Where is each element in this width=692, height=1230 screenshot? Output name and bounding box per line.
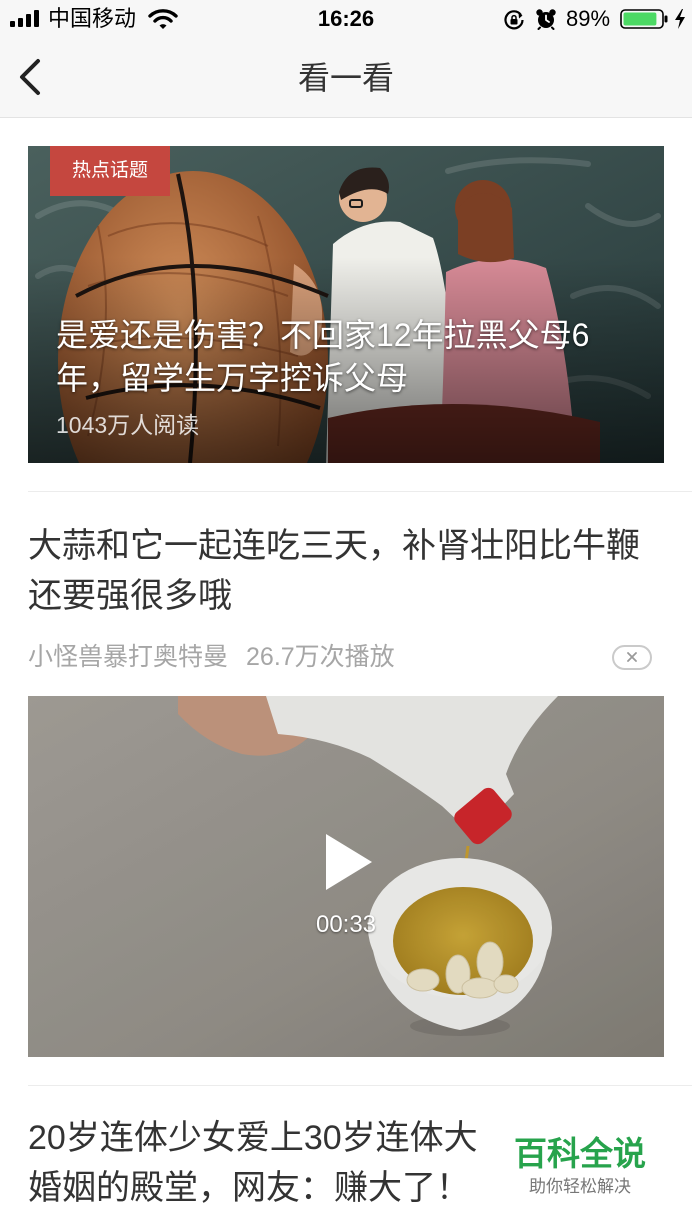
divider <box>28 491 692 492</box>
play-icon[interactable] <box>324 832 374 892</box>
video-player[interactable]: 00:33 <box>28 696 664 1057</box>
watermark-subtitle: 助你轻松解决 <box>529 1177 631 1196</box>
play-count: 26.7万次播放 <box>246 643 395 671</box>
close-icon <box>627 652 637 662</box>
read-count: 1043万人阅读 <box>56 412 200 438</box>
battery-icon <box>620 9 668 29</box>
hot-topic-title-line: 年，留学生万字控诉父母 <box>56 360 409 396</box>
navigation-bar: 看一看 <box>0 40 692 118</box>
alarm-icon <box>536 9 556 30</box>
divider <box>28 1085 692 1086</box>
dismiss-button[interactable] <box>612 645 652 670</box>
battery-percentage: 89% <box>566 6 611 31</box>
chevron-left-icon <box>20 59 40 95</box>
article-title-line: 大蒜和它一起连吃三天，补肾壮阳比牛鞭 <box>28 527 640 565</box>
article-meta: 小怪兽暴打奥特曼 26.7万次播放 <box>28 642 395 672</box>
watermark: 百科全说 助你轻松解决 <box>504 1124 656 1208</box>
article-title-line: 还要强很多哦 <box>28 577 232 615</box>
hot-topic-card[interactable]: 热点话题 是爱还是伤害？不回家12年拉黑父母6 年，留学生万字控诉父母 1043… <box>28 146 664 463</box>
page-title: 看一看 <box>297 60 394 96</box>
rotation-lock-icon <box>504 10 524 30</box>
battery-fill <box>623 12 657 26</box>
author-name: 小怪兽暴打奥特曼 <box>28 643 229 671</box>
hot-topic-badge: 热点话题 <box>50 146 170 196</box>
status-bar: 中国移动 16:26 89% <box>0 0 692 40</box>
back-button[interactable] <box>8 52 56 106</box>
video-duration: 00:33 <box>315 911 377 938</box>
charging-bolt-icon <box>675 9 685 29</box>
hot-topic-title-line: 是爱还是伤害？不回家12年拉黑父母6 <box>56 317 590 353</box>
video-article-title[interactable]: 大蒜和它一起连吃三天，补肾壮阳比牛鞭 还要强很多哦 <box>28 521 664 621</box>
hot-topic-title: 是爱还是伤害？不回家12年拉黑父母6 年，留学生万字控诉父母 <box>56 314 656 400</box>
watermark-title: 百科全说 <box>514 1135 646 1172</box>
